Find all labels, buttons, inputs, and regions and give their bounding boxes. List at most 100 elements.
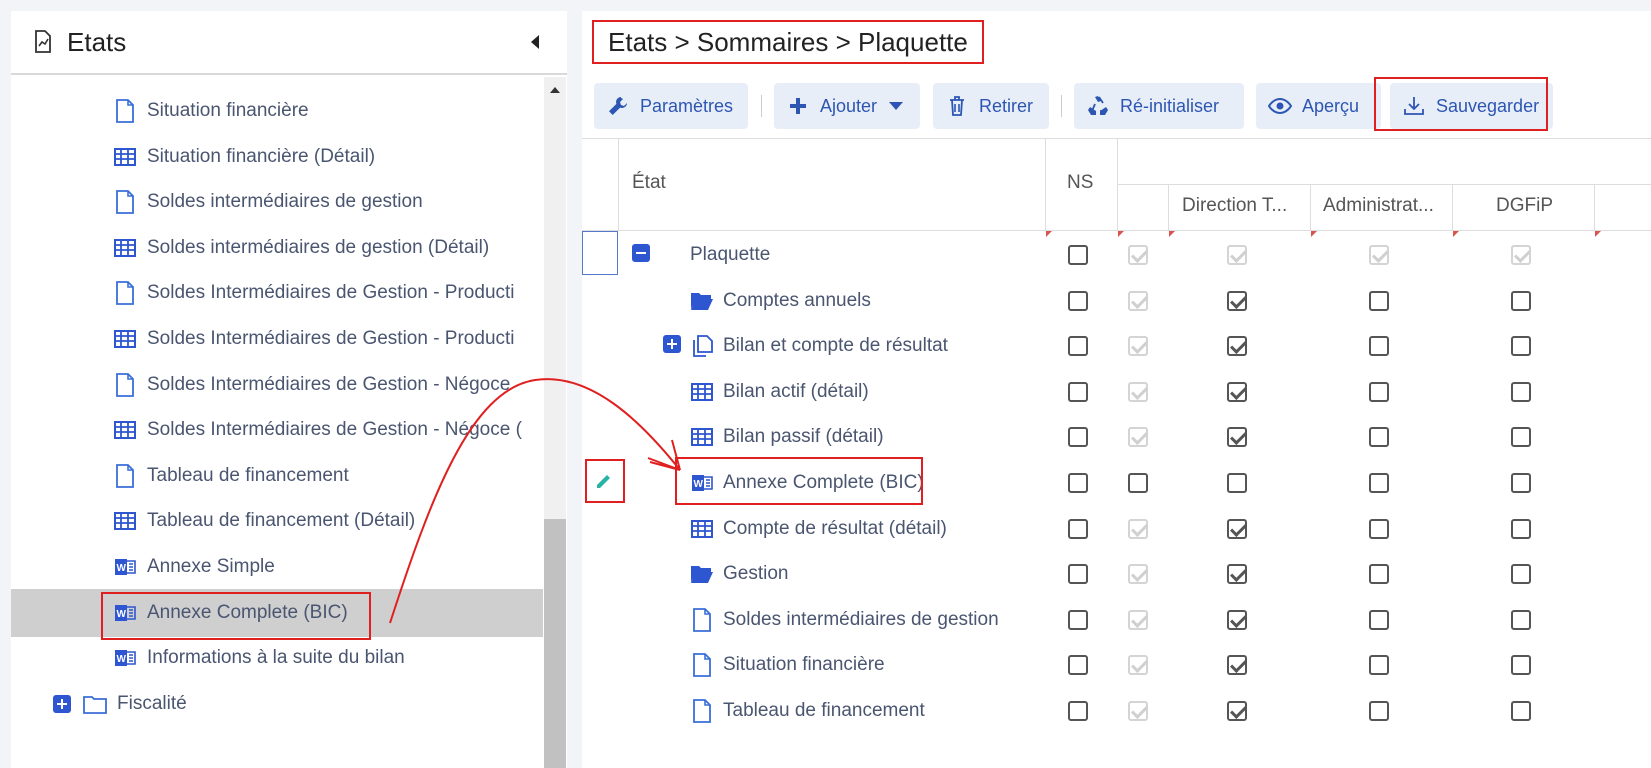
column-header-ns[interactable]: NS <box>1067 172 1093 194</box>
checkbox-ns[interactable] <box>1068 655 1088 676</box>
checkbox-c3[interactable] <box>1369 381 1389 402</box>
tree-item[interactable]: Tableau de financement (Détail) <box>11 497 543 545</box>
checkbox-c2[interactable] <box>1227 701 1247 721</box>
add-button[interactable]: Ajouter <box>774 83 920 129</box>
checkbox-c2[interactable] <box>1227 427 1247 448</box>
checkbox-ns[interactable] <box>1068 336 1088 357</box>
checkbox-ns[interactable] <box>1068 245 1088 265</box>
folder-open-icon <box>690 289 714 313</box>
checkbox-c4[interactable] <box>1511 564 1531 585</box>
row-label-text: Plaquette <box>690 244 771 265</box>
tree-item[interactable]: Situation financière <box>11 87 543 135</box>
tree-item[interactable]: Soldes intermédiaires de gestion (Détail… <box>11 224 543 272</box>
row-label: Comptes annuels <box>690 277 871 325</box>
checkbox-c3[interactable] <box>1369 701 1389 721</box>
parameters-button[interactable]: Paramètres <box>594 83 748 129</box>
tree-item[interactable]: Fiscalité <box>11 680 543 728</box>
tree-item[interactable]: Soldes Intermédiaires de Gestion - Négoc… <box>11 406 543 454</box>
table-icon <box>113 418 137 442</box>
checkbox-c3[interactable] <box>1369 427 1389 448</box>
checkbox-ns[interactable] <box>1068 381 1088 402</box>
checkbox-ns[interactable] <box>1068 473 1088 493</box>
table-row[interactable]: Comptes annuels <box>582 277 1651 325</box>
preview-button[interactable]: Aperçu <box>1256 83 1381 129</box>
checkbox-c2[interactable] <box>1227 473 1247 493</box>
column-header-direction[interactable]: Direction T... <box>1182 195 1287 217</box>
checkbox-c2[interactable] <box>1227 609 1247 630</box>
table-icon <box>690 425 714 449</box>
table-row[interactable]: Tableau de financement <box>582 687 1651 735</box>
table-row[interactable]: Gestion <box>582 550 1651 598</box>
row-selector[interactable] <box>582 231 618 275</box>
checkbox-c3[interactable] <box>1369 609 1389 630</box>
tree-item[interactable]: Soldes Intermédiaires de Gestion - Produ… <box>11 315 543 363</box>
scroll-thumb[interactable] <box>544 519 566 768</box>
checkbox-c3[interactable] <box>1369 473 1389 493</box>
tree-item[interactable]: Soldes intermédiaires de gestion <box>11 178 543 226</box>
checkbox-c1 <box>1128 518 1148 539</box>
checkbox-c2[interactable] <box>1227 290 1247 311</box>
left-scrollbar[interactable] <box>544 77 566 768</box>
tree-item[interactable]: W Annexe Complete (BIC) <box>11 588 543 637</box>
tree-item[interactable]: W Informations à la suite du bilan <box>11 634 543 682</box>
checkbox-c3[interactable] <box>1369 336 1389 357</box>
column-header-dgfip[interactable]: DGFiP <box>1496 195 1553 217</box>
checkbox-c2[interactable] <box>1227 336 1247 357</box>
table-row[interactable]: Situation financière <box>582 641 1651 689</box>
checkbox-c4[interactable] <box>1511 336 1531 357</box>
checkbox-ns[interactable] <box>1068 564 1088 585</box>
row-label-text: Soldes intermédiaires de gestion <box>723 608 999 630</box>
reset-button[interactable]: Ré-initialiser <box>1074 83 1244 129</box>
table-row[interactable]: Plaquette <box>582 231 1651 279</box>
checkbox-c4[interactable] <box>1511 701 1531 721</box>
column-header-administration[interactable]: Administrat... <box>1323 195 1434 217</box>
checkbox-ns[interactable] <box>1068 609 1088 630</box>
checkbox-c4[interactable] <box>1511 473 1531 493</box>
checkbox-c4[interactable] <box>1511 655 1531 676</box>
checkbox-c4[interactable] <box>1511 609 1531 630</box>
tree-item[interactable]: Soldes Intermédiaires de Gestion - Produ… <box>11 269 543 317</box>
checkbox-ns[interactable] <box>1068 427 1088 448</box>
checkbox-ns[interactable] <box>1068 701 1088 721</box>
table-icon <box>690 380 714 404</box>
column-header-state[interactable]: État <box>632 172 666 194</box>
collapse-icon[interactable] <box>632 244 650 262</box>
checkbox-c3[interactable] <box>1369 290 1389 311</box>
table-row[interactable]: Bilan actif (détail) <box>582 368 1651 416</box>
checkbox-ns[interactable] <box>1068 290 1088 311</box>
checkbox-c3[interactable] <box>1369 564 1389 585</box>
checkbox-c2[interactable] <box>1227 381 1247 402</box>
tree-item[interactable]: W Annexe Simple <box>11 543 543 591</box>
pencil-icon[interactable] <box>594 471 614 496</box>
expand-icon[interactable] <box>663 335 681 354</box>
table-row[interactable]: Bilan et compte de résultat <box>582 322 1651 370</box>
remove-button[interactable]: Retirer <box>933 83 1049 129</box>
table-row[interactable]: Compte de résultat (détail) <box>582 505 1651 553</box>
recycle-icon <box>1086 94 1110 118</box>
table-row[interactable]: Bilan passif (détail) <box>582 413 1651 461</box>
toolbar-separator <box>761 95 762 117</box>
checkbox-c3[interactable] <box>1369 518 1389 539</box>
tree-item[interactable]: Situation financière (Détail) <box>11 133 543 181</box>
save-button[interactable]: Sauvegarder <box>1390 83 1553 129</box>
checkbox-ns[interactable] <box>1068 518 1088 539</box>
scroll-up-icon[interactable] <box>550 87 560 93</box>
tree-item[interactable]: Soldes Intermédiaires de Gestion - Négoc… <box>11 361 543 409</box>
checkbox-c3[interactable] <box>1369 655 1389 676</box>
expand-icon[interactable] <box>53 694 71 713</box>
checkbox-c4[interactable] <box>1511 518 1531 539</box>
collapse-panel-icon[interactable] <box>531 35 539 49</box>
table-row[interactable]: Soldes intermédiaires de gestion <box>582 596 1651 644</box>
checkbox-c4[interactable] <box>1511 381 1531 402</box>
svg-text:W: W <box>117 609 127 620</box>
checkbox-c2[interactable] <box>1227 564 1247 585</box>
row-label: Soldes intermédiaires de gestion <box>690 596 999 644</box>
checkbox-c2[interactable] <box>1227 518 1247 539</box>
checkbox-c4[interactable] <box>1511 290 1531 311</box>
checkbox-c1[interactable] <box>1128 473 1148 493</box>
table-row[interactable]: W Annexe Complete (BIC) <box>582 457 1651 507</box>
checkbox-c2[interactable] <box>1227 655 1247 676</box>
checkbox-c4[interactable] <box>1511 427 1531 448</box>
tree-item[interactable]: Tableau de financement <box>11 452 543 500</box>
grid-divider <box>618 138 619 230</box>
